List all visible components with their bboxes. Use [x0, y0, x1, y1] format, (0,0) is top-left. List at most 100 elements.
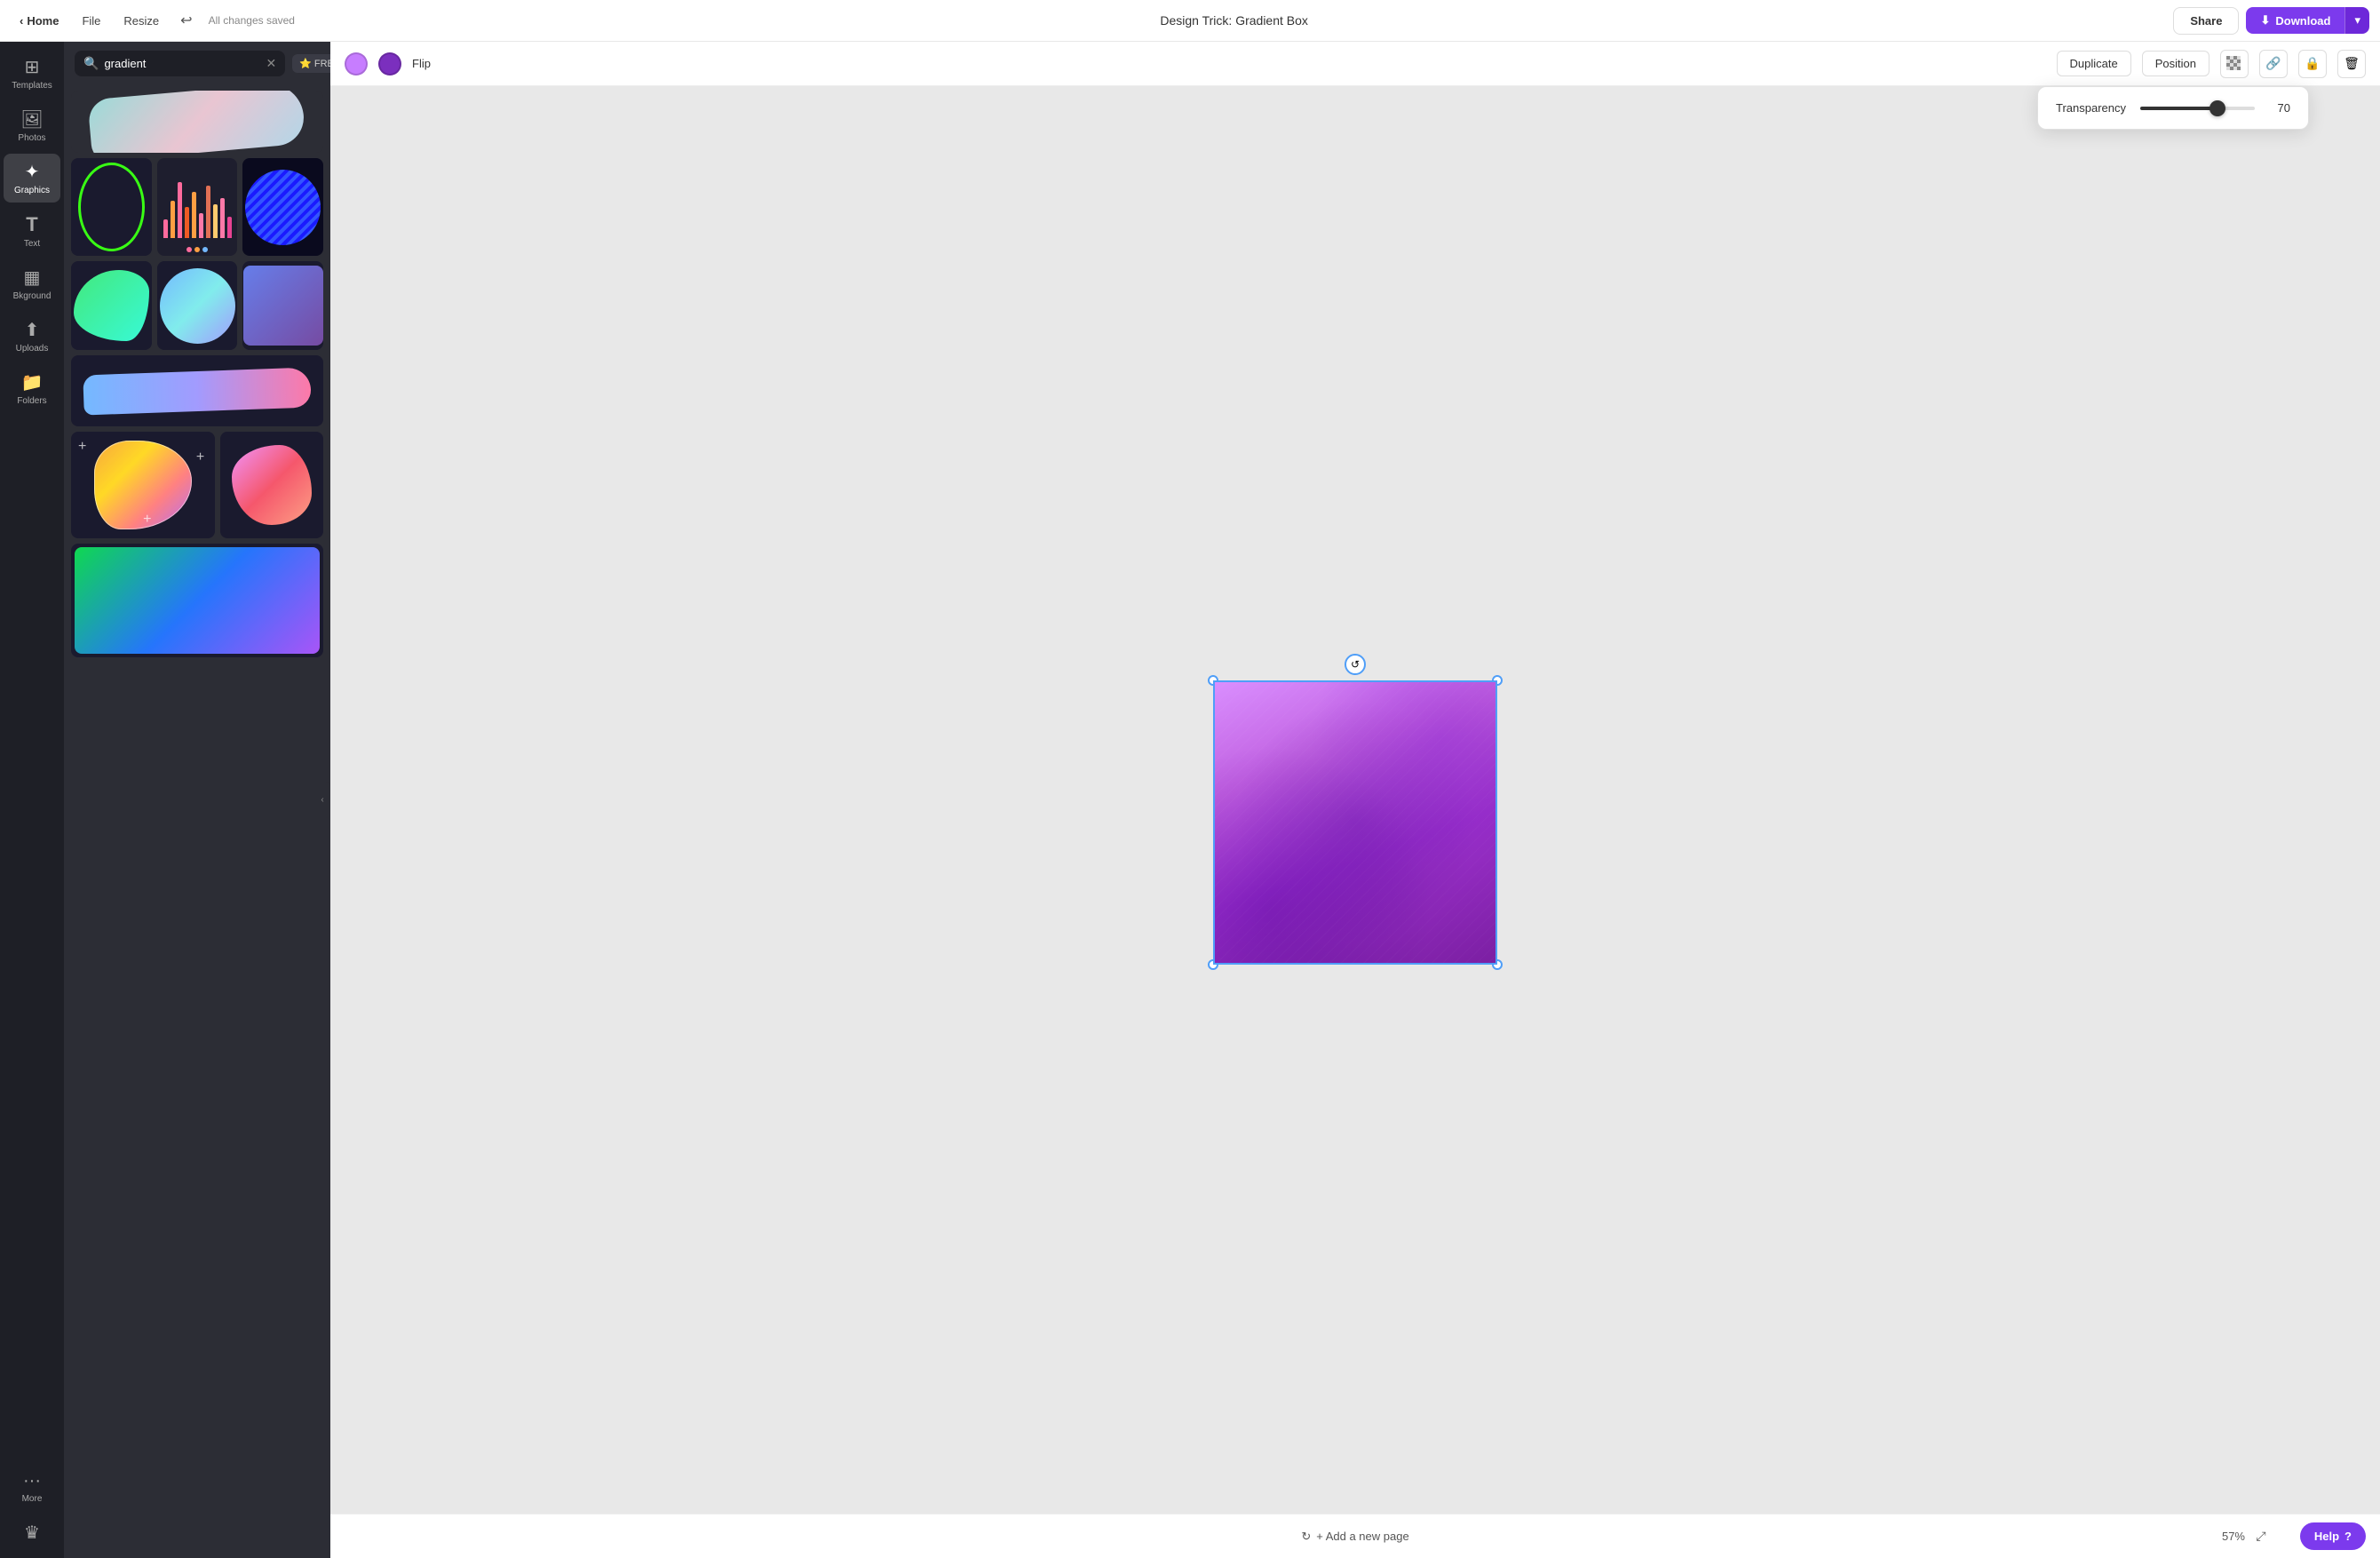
download-main-button[interactable]: ⬇ Download: [2246, 7, 2344, 34]
zoom-value: 57%: [2222, 1530, 2245, 1543]
sidebar-item-label: Photos: [18, 133, 45, 143]
canvas-inner: Flip Duplicate Position: [330, 42, 2380, 1558]
sidebar-item-text[interactable]: T Text: [4, 206, 60, 256]
results-row-5: + + +: [71, 432, 323, 538]
results-row-4: [71, 355, 323, 426]
canvas-workspace[interactable]: ↺: [330, 86, 2380, 1558]
graphic-striped-circle[interactable]: [242, 158, 323, 256]
sidebar-item-label: Folders: [17, 396, 46, 406]
rotate-icon: ↺: [1351, 658, 1360, 671]
rotate-handle[interactable]: ↺: [1345, 654, 1366, 675]
blob-teal-graphic: [74, 270, 149, 341]
transparency-slider[interactable]: [2140, 107, 2255, 110]
crown-icon: ♛: [24, 1522, 40, 1544]
download-caret-button[interactable]: ▾: [2344, 7, 2369, 34]
photos-icon: 🖼: [20, 108, 43, 131]
flip-button[interactable]: Flip: [412, 57, 431, 70]
more-icon: ···: [23, 1471, 41, 1491]
topbar: ‹ Home File Resize ↩ All changes saved D…: [0, 0, 2380, 42]
graphic-blob-peach[interactable]: [220, 432, 323, 538]
oval-outline-graphic: [78, 163, 145, 251]
undo-button[interactable]: ↩: [173, 7, 199, 34]
clear-search-button[interactable]: ✕: [266, 56, 276, 71]
results-row-3: [71, 261, 323, 350]
graphic-square-gradient[interactable]: [242, 261, 323, 350]
resize-button[interactable]: Resize: [115, 10, 168, 32]
sidebar-item-label: Templates: [12, 81, 52, 91]
free-filter-badge[interactable]: ⭐ FREE: [292, 54, 330, 73]
home-button[interactable]: ‹ Home: [11, 10, 67, 32]
lock-icon: 🔒: [2305, 56, 2320, 71]
graphic-brush-stroke-2[interactable]: [71, 355, 323, 426]
chevron-left-icon: ‹: [321, 795, 323, 805]
graphic-brush-stroke-1[interactable]: [71, 91, 323, 153]
graphic-oval-outline[interactable]: [71, 158, 152, 256]
text-icon: T: [26, 213, 37, 236]
sidebar-item-crown[interactable]: ♛: [4, 1514, 60, 1551]
canvas-toolbar: Flip Duplicate Position: [330, 42, 2380, 86]
folders-icon: 📁: [21, 371, 44, 393]
download-label: Download: [2275, 14, 2330, 28]
search-input-wrap: 🔍 ✕: [75, 51, 285, 76]
graphic-blob-complex[interactable]: + + +: [71, 432, 215, 538]
brush-stroke-2-graphic: [83, 367, 311, 415]
sidebar-item-folders[interactable]: 📁 Folders: [4, 364, 60, 413]
sidebar-item-uploads[interactable]: ⬆ Uploads: [4, 312, 60, 361]
sidebar-item-label: Text: [24, 239, 40, 249]
search-icon: 🔍: [83, 56, 99, 71]
add-page-button[interactable]: ↻ + Add a new page: [1283, 1522, 1426, 1551]
graphic-gradient-rect[interactable]: [71, 544, 323, 657]
add-page-label: + Add a new page: [1316, 1530, 1408, 1543]
duplicate-button[interactable]: Duplicate: [2057, 51, 2131, 76]
blob-peach-graphic: [232, 445, 312, 525]
results-row-1: [71, 91, 323, 153]
link-icon: 🔗: [2265, 56, 2281, 71]
document-title: Design Trick: Gradient Box: [302, 13, 2166, 28]
bottom-bar: ↻ + Add a new page 57% ⤢ Help ?: [330, 1514, 2380, 1558]
sidebar-item-label: More: [22, 1494, 43, 1504]
sidebar-item-graphics[interactable]: ✦ Graphics: [4, 154, 60, 203]
hide-panel-button[interactable]: ‹: [313, 783, 330, 818]
sidebar-item-background[interactable]: ▦ Bkground: [4, 259, 60, 308]
sidebar-item-templates[interactable]: ⊞ Templates: [4, 49, 60, 98]
download-button-group: ⬇ Download ▾: [2246, 7, 2369, 34]
home-label: Home: [27, 14, 59, 28]
results-row-2: [71, 158, 323, 256]
graphic-blob-teal[interactable]: [71, 261, 152, 350]
templates-icon: ⊞: [25, 56, 40, 78]
lock-button[interactable]: 🔒: [2298, 50, 2327, 78]
file-button[interactable]: File: [73, 10, 109, 32]
help-button[interactable]: Help ?: [2300, 1522, 2366, 1550]
transparency-label: Transparency: [2056, 101, 2126, 115]
chevron-left-icon: ‹: [20, 14, 23, 28]
results-row-6: [71, 544, 323, 657]
color-swatch-2[interactable]: [378, 52, 401, 76]
graphics-icon: ✦: [25, 161, 40, 183]
gradient-rect-graphic: [75, 547, 320, 654]
fullscreen-button[interactable]: ⤢: [2249, 1524, 2273, 1549]
canvas-frame: ↺: [1213, 680, 1497, 965]
water-ripples-overlay: [1213, 680, 1497, 965]
share-button[interactable]: Share: [2173, 7, 2239, 35]
selected-element-wrapper: ↺: [1213, 680, 1497, 965]
link-button[interactable]: 🔗: [2259, 50, 2288, 78]
graphic-music-bars[interactable]: [157, 158, 238, 256]
brush-stroke-graphic: [88, 91, 307, 153]
topbar-right: Share ⬇ Download ▾: [2173, 7, 2369, 35]
checkerboard-button[interactable]: [2220, 50, 2249, 78]
sidebar-item-photos[interactable]: 🖼 Photos: [4, 101, 60, 150]
auto-save-status: All changes saved: [209, 14, 295, 27]
sidebar: ⊞ Templates 🖼 Photos ✦ Graphics T Text ▦…: [0, 42, 64, 1558]
delete-button[interactable]: 🗑: [2337, 50, 2366, 78]
color-swatch-1[interactable]: [345, 52, 368, 76]
search-input[interactable]: [104, 57, 260, 70]
square-gradient-graphic: [243, 266, 323, 346]
transparency-panel: Transparency 70: [2037, 86, 2309, 130]
sidebar-item-label: Bkground: [13, 291, 52, 301]
graphic-circle-gradient[interactable]: [157, 261, 238, 350]
canvas-gradient-image[interactable]: [1213, 680, 1497, 965]
free-label: FREE: [314, 59, 330, 69]
topbar-left: ‹ Home File Resize ↩ All changes saved: [11, 7, 295, 34]
sidebar-item-more[interactable]: ··· More: [4, 1464, 60, 1511]
position-button[interactable]: Position: [2142, 51, 2209, 76]
